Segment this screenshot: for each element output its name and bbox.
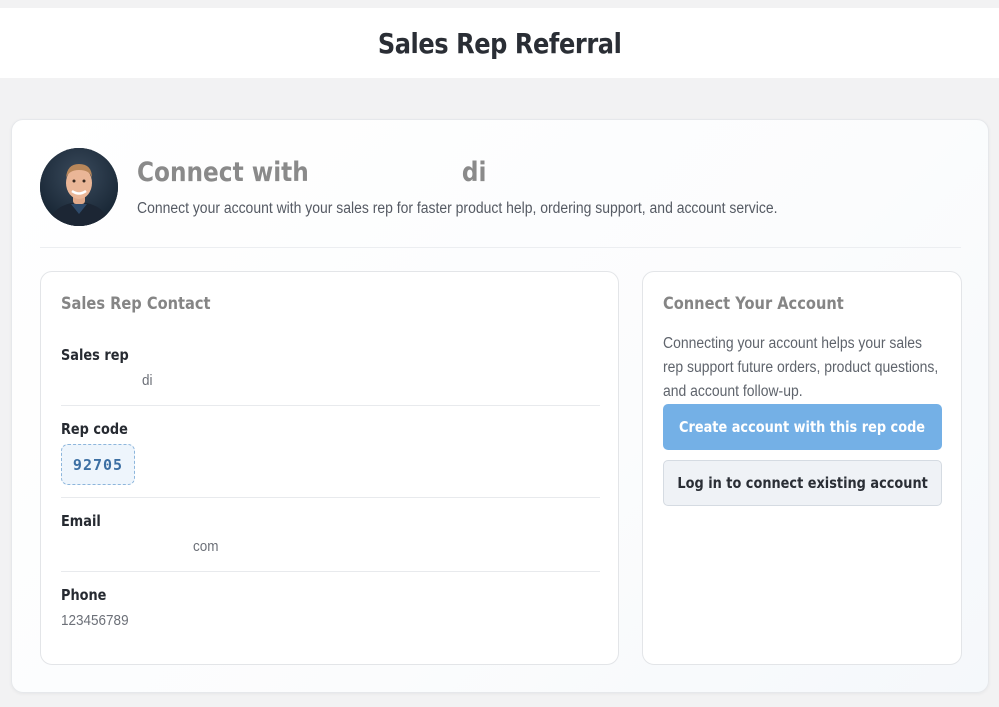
sales-rep-value: di xyxy=(142,372,153,389)
row-divider xyxy=(61,497,600,498)
login-connect-button-label: Log in to connect existing account xyxy=(677,474,928,492)
hero-title-prefix: Connect with xyxy=(137,156,309,188)
hero-divider xyxy=(40,247,961,248)
hero-title: Connect with di xyxy=(137,152,486,192)
phone-label: Phone xyxy=(61,586,107,604)
sales-rep-contact-panel: Sales Rep Contact Sales rep di Rep code … xyxy=(40,271,619,665)
connect-panel-title: Connect Your Account xyxy=(663,294,844,314)
hero-title-suffix: di xyxy=(461,156,487,188)
row-divider xyxy=(61,571,600,572)
referral-card: Connect with di Connect your account wit… xyxy=(11,119,989,693)
connect-account-panel: Connect Your Account Connecting your acc… xyxy=(642,271,962,665)
sales-rep-avatar xyxy=(40,148,118,226)
sales-rep-label: Sales rep xyxy=(61,346,129,364)
rep-code-label: Rep code xyxy=(61,420,128,438)
contact-panel-title: Sales Rep Contact xyxy=(61,294,211,314)
row-divider xyxy=(61,405,600,406)
phone-value: 123456789 xyxy=(61,612,129,629)
connect-description: Connecting your account helps your sales… xyxy=(663,335,939,400)
hero-subtitle: Connect your account with your sales rep… xyxy=(137,200,778,217)
top-header: Sales Rep Referral xyxy=(0,8,999,78)
rep-code-badge: 92705 xyxy=(61,444,135,485)
page-title: Sales Rep Referral xyxy=(377,26,622,60)
email-label: Email xyxy=(61,512,101,530)
email-value: com xyxy=(193,538,219,555)
redacted-name xyxy=(316,160,455,184)
login-connect-button[interactable]: Log in to connect existing account xyxy=(663,460,942,506)
create-account-button[interactable]: Create account with this rep code xyxy=(663,404,942,450)
create-account-button-label: Create account with this rep code xyxy=(679,418,926,436)
